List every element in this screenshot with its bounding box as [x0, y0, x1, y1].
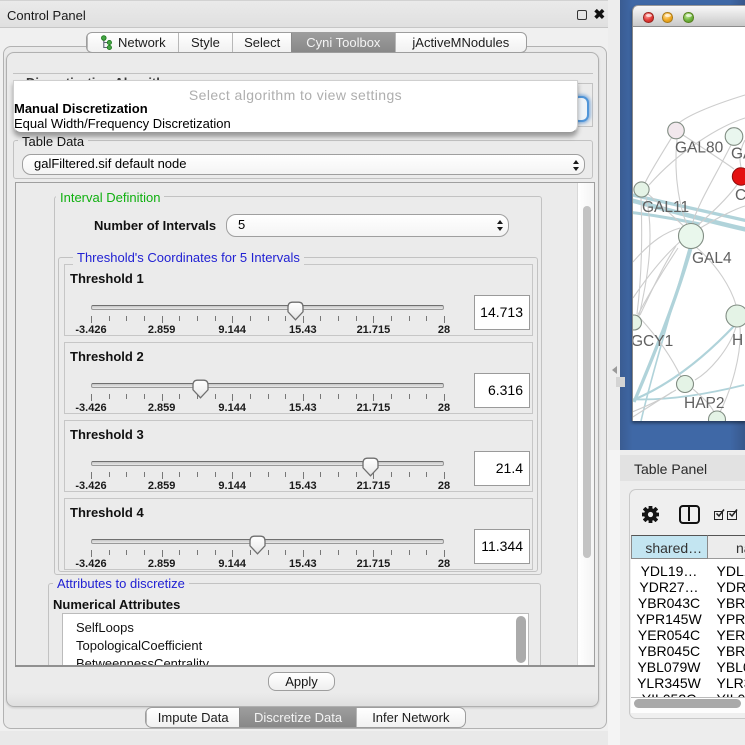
svg-text:HAP2: HAP2: [684, 395, 725, 412]
svg-text:H: H: [732, 332, 743, 349]
svg-text:GA: GA: [731, 146, 745, 163]
svg-text:GCY1: GCY1: [633, 333, 673, 350]
svg-text:GAL11: GAL11: [642, 199, 689, 216]
svg-text:C: C: [735, 187, 745, 204]
svg-text:GAL80: GAL80: [675, 140, 724, 157]
svg-text:GAL4: GAL4: [692, 250, 732, 267]
